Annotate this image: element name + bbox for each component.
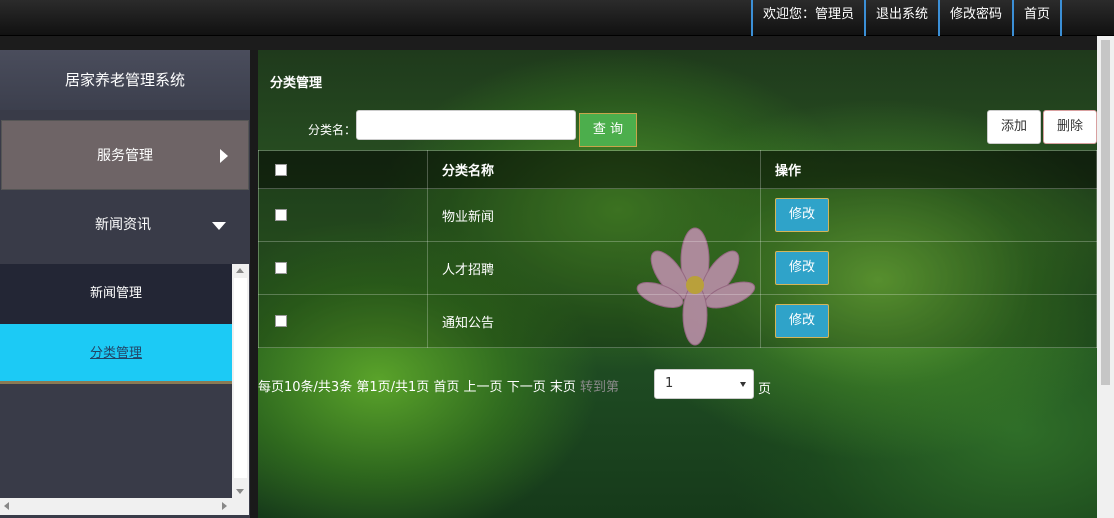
row-checkbox-cell xyxy=(258,241,428,295)
category-search-input[interactable] xyxy=(356,110,576,140)
sidebar-group-label: 服务管理 xyxy=(97,148,153,164)
panel-title: 分类管理 xyxy=(270,76,323,91)
sidebar-group-label: 新闻资讯 xyxy=(95,217,151,233)
scroll-down-icon[interactable] xyxy=(236,489,244,494)
table-header-row: 分类名称 操作 xyxy=(258,150,1097,189)
row-checkbox[interactable] xyxy=(275,262,287,274)
table-row: 通知公告 修改 xyxy=(258,294,1097,348)
category-name-cell: 人才招聘 xyxy=(427,241,761,295)
select-all-checkbox[interactable] xyxy=(275,163,287,176)
action-cell: 修改 xyxy=(760,294,1097,348)
last-page-link[interactable]: 末页 xyxy=(550,380,576,395)
table-row: 物业新闻 修改 xyxy=(258,188,1097,242)
chevron-right-icon xyxy=(220,149,228,163)
pagination: 每页10条/共3条 第1页/共1页 首页 上一页 下一页 末页 转到第 xyxy=(258,378,619,398)
edit-button[interactable]: 修改 xyxy=(775,198,829,232)
page-vertical-scrollbar[interactable] xyxy=(1097,36,1114,518)
sidebar-group-service[interactable]: 服务管理 xyxy=(1,120,249,190)
page-select-value: 1 xyxy=(665,376,674,391)
row-checkbox[interactable] xyxy=(275,209,287,221)
scroll-left-icon[interactable] xyxy=(4,502,9,510)
table-row: 人才招聘 修改 xyxy=(258,241,1097,295)
sidebar-group-news[interactable]: 新闻资讯 xyxy=(0,190,250,260)
row-checkbox-cell xyxy=(258,294,428,348)
caret-down-icon xyxy=(740,382,746,387)
add-button[interactable]: 添加 xyxy=(987,110,1041,144)
select-all-cell xyxy=(258,150,428,189)
category-table: 分类名称 操作 物业新闻 修改 人才招聘 修改 通知公告 修改 xyxy=(258,150,1097,348)
page-select[interactable]: 1 xyxy=(654,369,754,399)
sidebar-item-news-manage[interactable]: 新闻管理 xyxy=(0,264,232,324)
sidebar-item-category-manage[interactable]: 分类管理 xyxy=(0,324,232,384)
prev-page-link[interactable]: 上一页 xyxy=(464,380,503,395)
search-label: 分类名： xyxy=(308,123,357,137)
menu-gap xyxy=(0,110,250,120)
logout-link[interactable]: 退出系统 xyxy=(863,0,938,36)
sidebar-vertical-scrollbar[interactable] xyxy=(232,264,249,498)
main-content: 分类管理 分类名： 查 询 添加 删除 分类名称 操作 物业新闻 修改 人才招聘… xyxy=(258,50,1097,518)
next-page-link[interactable]: 下一页 xyxy=(507,380,546,395)
edit-button[interactable]: 修改 xyxy=(775,251,829,285)
sidebar-horizontal-scrollbar[interactable] xyxy=(0,498,249,515)
row-checkbox[interactable] xyxy=(275,315,287,327)
system-title: 居家养老管理系统 xyxy=(0,50,250,110)
jump-to-label: 转到第 xyxy=(580,380,620,395)
header-divider xyxy=(0,36,1114,50)
header-actions: 操作 xyxy=(760,150,1097,189)
delete-button[interactable]: 删除 xyxy=(1043,110,1097,144)
welcome-text: 欢迎您：管理员 xyxy=(750,0,864,36)
pagination-info: 每页10条/共3条 第1页/共1页 xyxy=(258,380,430,395)
scroll-up-icon[interactable] xyxy=(236,268,244,273)
chevron-down-icon xyxy=(212,222,226,230)
first-page-link[interactable]: 首页 xyxy=(433,380,459,395)
scroll-right-icon[interactable] xyxy=(222,502,227,510)
page-unit-label: 页 xyxy=(758,382,772,397)
edit-button[interactable]: 修改 xyxy=(775,304,829,338)
action-cell: 修改 xyxy=(760,241,1097,295)
page-scroll-thumb[interactable] xyxy=(1101,40,1110,385)
header-category-name: 分类名称 xyxy=(427,150,761,189)
top-nav: 欢迎您：管理员 退出系统 修改密码 首页 xyxy=(750,0,1062,36)
top-bar: 欢迎您：管理员 退出系统 修改密码 首页 xyxy=(0,0,1114,36)
sidebar: 居家养老管理系统 服务管理 新闻资讯 新闻管理 分类管理 xyxy=(0,50,250,518)
scroll-thumb[interactable] xyxy=(234,278,247,478)
row-checkbox-cell xyxy=(258,188,428,242)
home-link[interactable]: 首页 xyxy=(1011,0,1062,36)
query-button[interactable]: 查 询 xyxy=(579,113,637,147)
action-cell: 修改 xyxy=(760,188,1097,242)
category-name-cell: 通知公告 xyxy=(427,294,761,348)
sidebar-submenu: 新闻管理 分类管理 xyxy=(0,264,232,498)
category-name-cell: 物业新闻 xyxy=(427,188,761,242)
change-password-link[interactable]: 修改密码 xyxy=(937,0,1012,36)
